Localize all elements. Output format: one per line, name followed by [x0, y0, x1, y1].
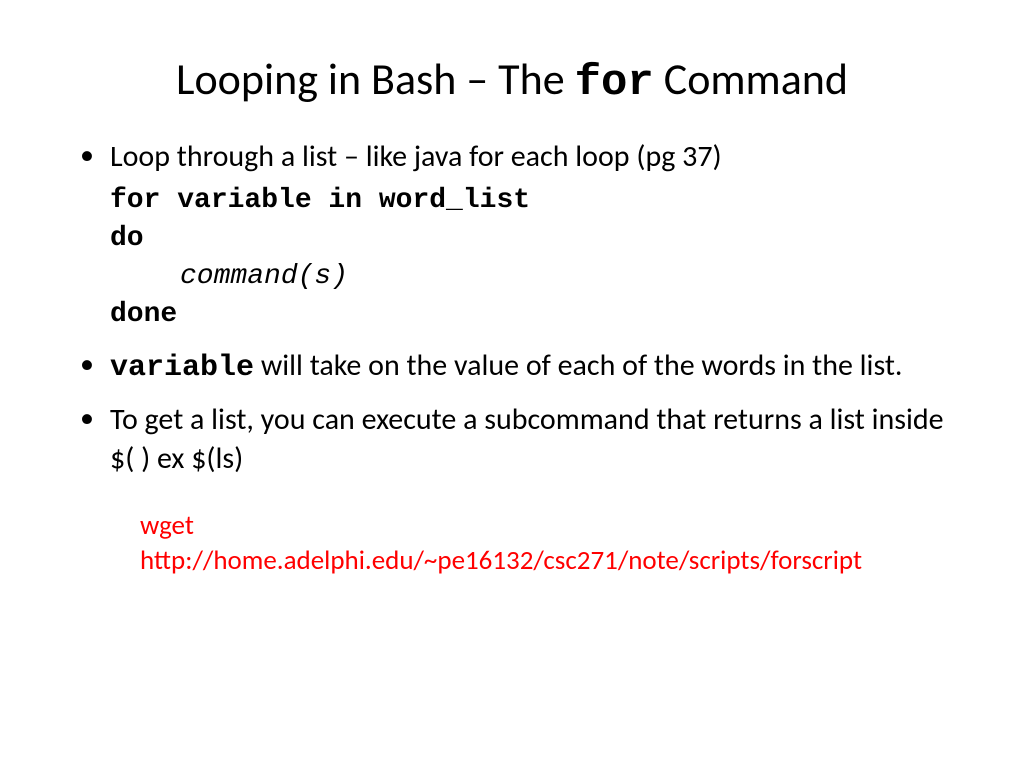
bullet-3-text: To get a list, you can execute a subcomm…: [110, 401, 944, 477]
code-block: for variable in word_list do command(s) …: [110, 182, 964, 333]
bullet-item-3: To get a list, you can execute a subcomm…: [110, 400, 964, 478]
bullet-1-text: Loop through a list – like java for each…: [110, 138, 722, 175]
footer-line-2: http://home.adelphi.edu/~pe16132/csc271/…: [140, 543, 924, 578]
bullet-item-1: Loop through a list – like java for each…: [110, 137, 964, 333]
code-line-2: do: [110, 220, 964, 258]
slide-title: Looping in Bash – The for Command: [60, 55, 964, 107]
code-line-3: command(s): [110, 258, 964, 296]
bullet-2-mono: variable: [110, 351, 254, 385]
code-line-4: done: [110, 296, 964, 334]
title-post: Command: [654, 52, 848, 106]
title-mono: for: [575, 58, 654, 108]
bullet-2-rest: will take on the value of each of the wo…: [254, 347, 902, 384]
title-pre: Looping in Bash – The: [176, 52, 575, 106]
footer-link: wget http://home.adelphi.edu/~pe16132/cs…: [60, 508, 964, 578]
bullet-item-2: variable will take on the value of each …: [110, 346, 964, 388]
bullet-list: Loop through a list – like java for each…: [60, 137, 964, 477]
code-line-1: for variable in word_list: [110, 182, 964, 220]
footer-line-1: wget: [140, 508, 924, 543]
